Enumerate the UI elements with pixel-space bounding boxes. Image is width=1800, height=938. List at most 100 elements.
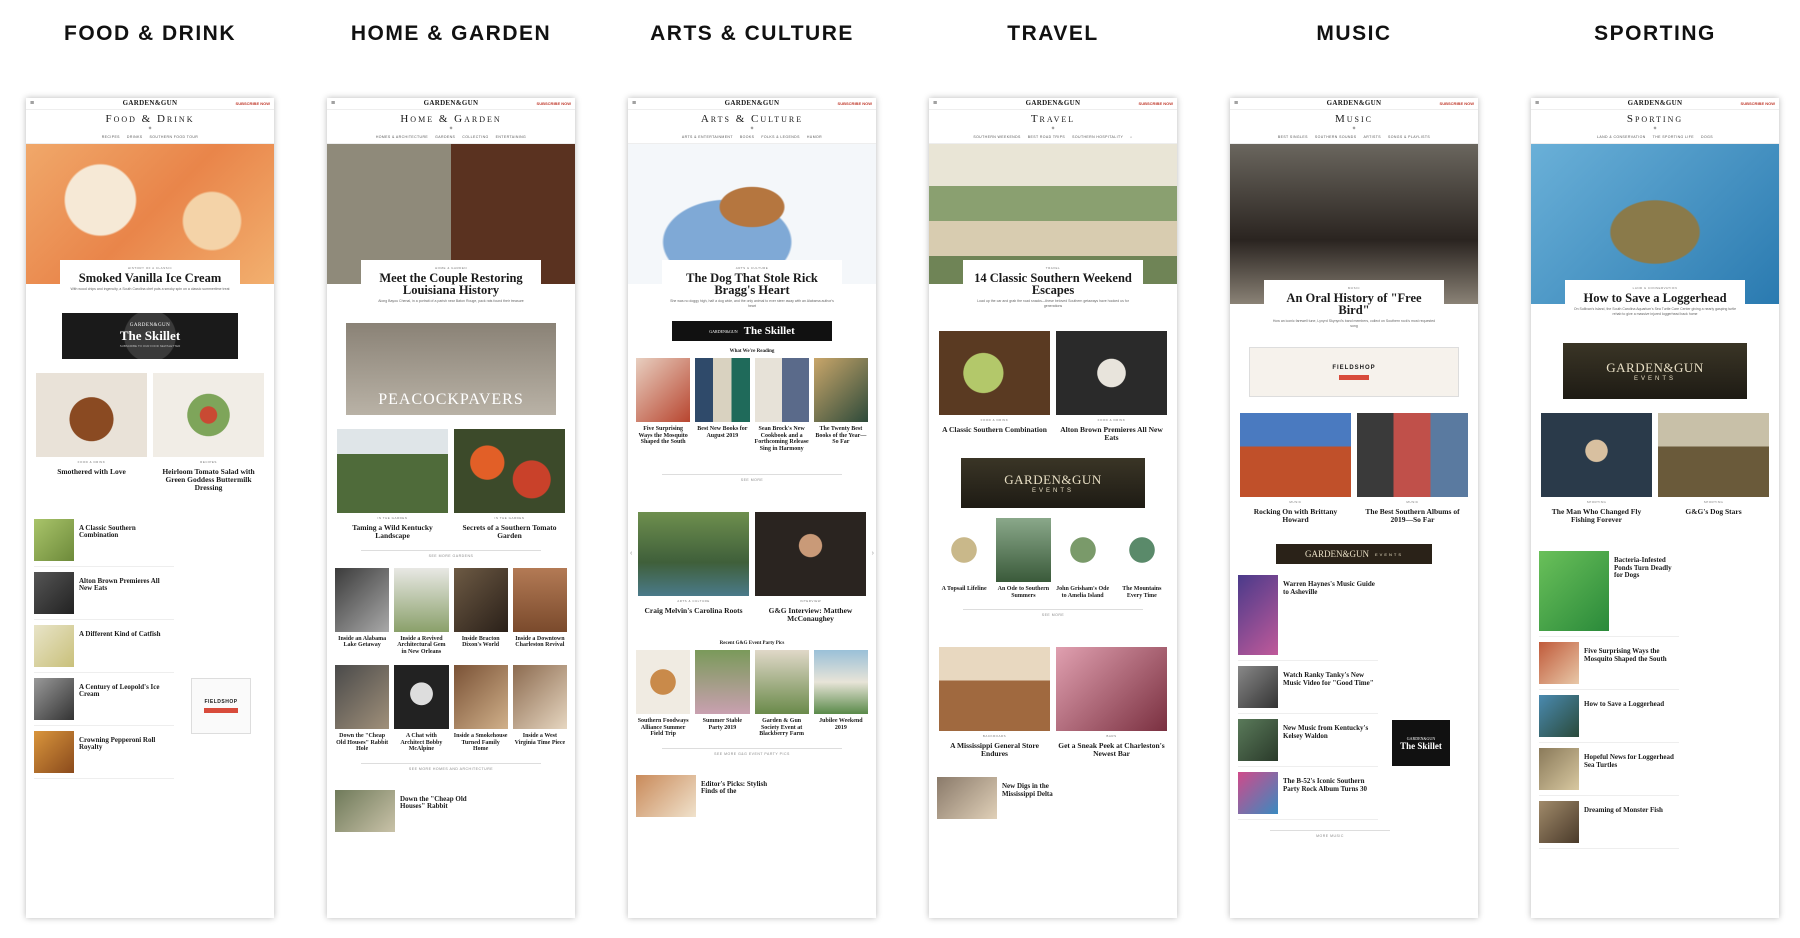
list-title[interactable]: The B-52's Iconic Southern Party Rock Al…: [1283, 777, 1378, 814]
list-image[interactable]: [34, 571, 74, 614]
article-card[interactable]: SPORTING G&G's Dog Stars: [1658, 413, 1769, 524]
hero-caption[interactable]: TRAVEL 14 Classic Southern Weekend Escap…: [963, 260, 1143, 313]
article-image[interactable]: [695, 358, 750, 422]
article-title[interactable]: Inside Bracton Dixon's World: [454, 636, 508, 649]
article-card[interactable]: Best New Books for August 2019: [695, 358, 750, 452]
article-image[interactable]: [695, 650, 750, 714]
article-card[interactable]: A Topsail Lifeline: [937, 518, 992, 599]
article-image[interactable]: [512, 665, 567, 729]
list-item[interactable]: Warren Haynes's Music Guide to Asheville: [1238, 570, 1378, 661]
hero-caption[interactable]: MUSIC An Oral History of "Free Bird" How…: [1264, 280, 1444, 333]
article-title[interactable]: The Best Southern Albums of 2019—So Far: [1357, 508, 1468, 524]
article-title[interactable]: Southern Foodways Alliance Summer Field …: [636, 718, 690, 738]
article-image[interactable]: [337, 428, 448, 513]
list-title[interactable]: How to Save a Loggerhead: [1584, 700, 1664, 737]
subnav-item[interactable]: ARTISTS: [1363, 135, 1381, 139]
article-title[interactable]: A Chat with Architect Bobby McAlpine: [394, 733, 448, 753]
article-title[interactable]: Inside a Revived Architectural Gem in Ne…: [394, 636, 448, 656]
article-card[interactable]: MUSIC The Best Southern Albums of 2019—S…: [1357, 413, 1468, 524]
subnav-item[interactable]: SOUTHERN WEEKENDS: [973, 135, 1020, 139]
article-image[interactable]: [1357, 413, 1468, 497]
article-card[interactable]: FOOD & DRINK Alton Brown Premieres All N…: [1056, 331, 1167, 442]
list-item[interactable]: Watch Ranky Tanky's New Music Video for …: [1238, 661, 1378, 714]
subnav-item[interactable]: SOUTHERN HOSPITALITY: [1072, 135, 1123, 139]
article-image[interactable]: [1240, 413, 1351, 497]
list-title[interactable]: Watch Ranky Tanky's New Music Video for …: [1283, 671, 1378, 708]
article-title[interactable]: A Mississippi General Store Endures: [939, 742, 1050, 758]
article-image[interactable]: [939, 331, 1050, 415]
article-title[interactable]: Inside a West Virginia Time Piece: [513, 733, 567, 746]
list-item[interactable]: Five Surprising Ways the Mosquito Shaped…: [1539, 637, 1679, 690]
list-item[interactable]: A Different Kind of Catfish: [34, 620, 174, 673]
list-item[interactable]: Hopeful News for Loggerhead Sea Turtles: [1539, 743, 1679, 796]
list-image[interactable]: [1539, 551, 1609, 631]
article-card[interactable]: Inside a West Virginia Time Piece: [512, 665, 567, 753]
article-image[interactable]: [454, 428, 565, 513]
list-title[interactable]: Dreaming of Monster Fish: [1584, 806, 1663, 843]
article-card[interactable]: Southern Foodways Alliance Summer Field …: [636, 650, 691, 738]
article-image[interactable]: [394, 665, 449, 729]
list-image[interactable]: [937, 777, 997, 819]
article-title[interactable]: The Twenty Best Books of the Year—So Far: [814, 426, 868, 446]
gg-events-ad[interactable]: GARDEN&GUN EVENTS: [961, 458, 1145, 508]
subnav-item[interactable]: SOUTHERN FOOD TOUR: [150, 135, 199, 139]
subnav-item[interactable]: BOOKS: [740, 135, 754, 139]
article-title[interactable]: Inside a Downtown Charleston Revival: [513, 636, 567, 649]
hero-caption[interactable]: ARTS & CULTURE The Dog That Stole Rick B…: [662, 260, 842, 313]
subscribe-link[interactable]: SUBSCRIBE NOW: [1741, 101, 1775, 106]
hero-title[interactable]: Meet the Couple Restoring Louisiana Hist…: [367, 272, 535, 297]
article-card[interactable]: Inside a Smokehouse Turned Family Home: [453, 665, 508, 753]
article-card[interactable]: Sean Brock's New Cookbook and a Forthcom…: [754, 358, 809, 452]
article-title[interactable]: Taming a Wild Kentucky Landscape: [337, 523, 448, 540]
subnav-item[interactable]: DOGS: [1701, 135, 1713, 139]
article-card[interactable]: BARS Get a Sneak Peek at Charleston's Ne…: [1056, 647, 1167, 758]
article-image[interactable]: [512, 567, 567, 632]
list-image[interactable]: [1238, 719, 1278, 761]
hero-title[interactable]: 14 Classic Southern Weekend Escapes: [969, 272, 1137, 297]
article-title[interactable]: Five Surprising Ways the Mosquito Shaped…: [636, 426, 690, 446]
subnav-item[interactable]: COLLECTING: [462, 135, 488, 139]
hero-caption[interactable]: LAND & CONSERVATION How to Save a Logger…: [1565, 280, 1745, 321]
list-title[interactable]: Crowning Pepperoni Roll Royalty: [79, 736, 174, 773]
article-image[interactable]: [1658, 413, 1769, 497]
fieldshop-ad[interactable]: FIELDSHOP: [191, 678, 251, 734]
list-image[interactable]: [335, 789, 395, 832]
article-title[interactable]: Jubilee Weekend 2019: [814, 718, 868, 731]
article-image[interactable]: [1114, 518, 1169, 582]
article-title[interactable]: A Topsail Lifeline: [937, 586, 991, 593]
list-item[interactable]: Dreaming of Monster Fish: [1539, 796, 1679, 849]
article-image[interactable]: [1056, 331, 1167, 415]
article-title[interactable]: Inside a Smokehouse Turned Family Home: [454, 733, 508, 753]
list-item[interactable]: How to Save a Loggerhead: [1539, 690, 1679, 743]
article-card[interactable]: Summer Stable Party 2019: [695, 650, 750, 738]
see-more-link[interactable]: SEE MORE G&G EVENT PARTY PICS: [662, 747, 842, 756]
search-icon[interactable]: ⌕: [1130, 135, 1132, 139]
carousel-next-icon[interactable]: ›: [872, 550, 874, 557]
article-title[interactable]: Heirloom Tomato Salad with Green Goddess…: [153, 467, 264, 492]
article-title[interactable]: The Man Who Changed Fly Fishing Forever: [1541, 508, 1652, 524]
article-image[interactable]: [755, 512, 866, 596]
list-title[interactable]: Alton Brown Premieres All New Eats: [79, 577, 174, 614]
article-image[interactable]: [813, 358, 868, 422]
see-more-link[interactable]: MORE MUSIC: [1270, 830, 1390, 838]
article-card[interactable]: Inside an Alabama Lake Getaway: [335, 567, 390, 656]
article-card[interactable]: Five Surprising Ways the Mosquito Shaped…: [636, 358, 691, 452]
article-image[interactable]: [335, 567, 390, 632]
subnav-item[interactable]: HOMES & ARCHITECTURE: [376, 135, 428, 139]
skillet-newsletter-ad[interactable]: GARDEN&GUN The Skillet SUBSCRIBE TO OUR …: [62, 312, 238, 359]
article-card[interactable]: ARTS & CULTURE Craig Melvin's Carolina R…: [638, 512, 749, 623]
article-title[interactable]: Craig Melvin's Carolina Roots: [638, 607, 749, 615]
subscribe-link[interactable]: SUBSCRIBE NOW: [1139, 101, 1173, 106]
subnav-item[interactable]: BEST ROAD TRIPS: [1028, 135, 1065, 139]
article-image[interactable]: [996, 518, 1051, 582]
list-image[interactable]: [34, 518, 74, 561]
list-image[interactable]: [636, 774, 696, 817]
article-image[interactable]: [453, 665, 508, 729]
list-title[interactable]: A Different Kind of Catfish: [79, 630, 161, 667]
article-image[interactable]: [1541, 413, 1652, 497]
list-item[interactable]: Editor's Picks: Stylish Finds of the: [636, 770, 776, 822]
article-title[interactable]: Garden & Gun Society Event at Blackberry…: [755, 718, 809, 738]
list-item[interactable]: A Classic Southern Combination: [34, 514, 174, 567]
article-title[interactable]: G&G's Dog Stars: [1658, 508, 1769, 516]
article-image[interactable]: [335, 665, 390, 729]
